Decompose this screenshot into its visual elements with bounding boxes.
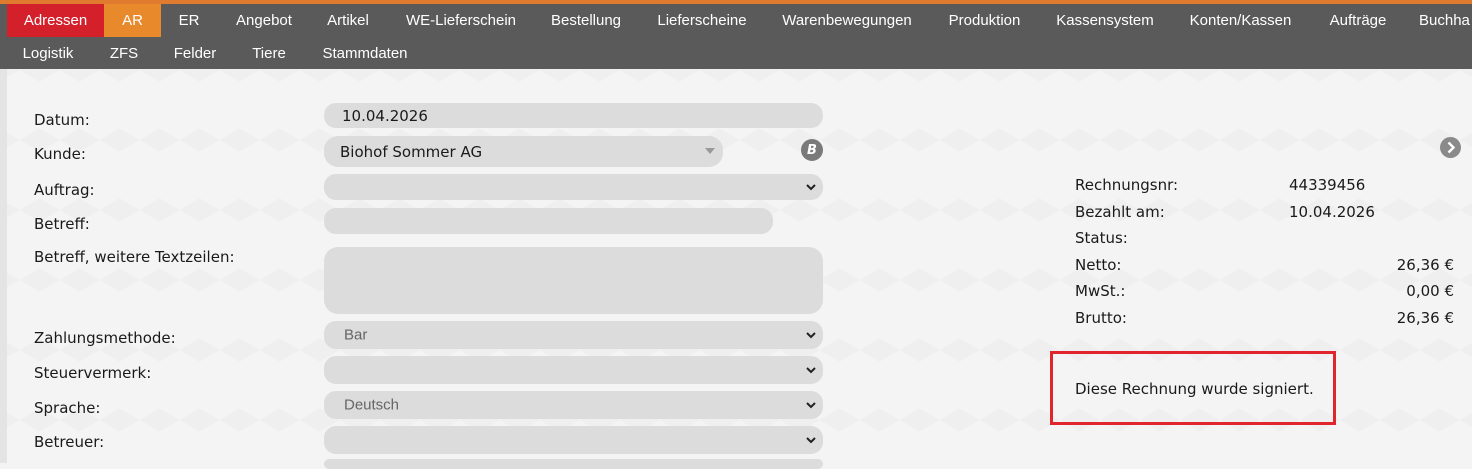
datum-label: Datum: <box>34 111 90 129</box>
mwst-label: MwSt.: <box>1075 282 1126 300</box>
betreuer-label: Betreuer: <box>34 433 105 451</box>
datum-input[interactable]: 10.04.2026 <box>324 103 823 128</box>
next-arrow-icon[interactable] <box>1440 137 1461 158</box>
brutto-label: Brutto: <box>1075 309 1127 327</box>
auftrag-select[interactable] <box>324 174 823 200</box>
auftrag-label: Auftrag: <box>34 181 95 199</box>
b-badge-letter: B <box>807 142 817 158</box>
nav-item-bestellung[interactable]: Bestellung <box>540 4 632 37</box>
bezahlt-am-label: Bezahlt am: <box>1075 203 1165 221</box>
betreff-label: Betreff: <box>34 215 90 233</box>
nav-item-er[interactable]: ER <box>165 4 213 37</box>
kunde-label: Kunde: <box>34 145 86 163</box>
b-badge-icon[interactable]: B <box>801 139 823 161</box>
nav-item-felder[interactable]: Felder <box>162 37 228 69</box>
left-edge-strip <box>0 69 7 463</box>
sprache-select[interactable]: Deutsch <box>324 391 823 419</box>
caret-down-icon <box>705 148 715 154</box>
rechnungsnr-label: Rechnungsnr: <box>1075 176 1179 194</box>
bezahlt-am-value: 10.04.2026 <box>1289 203 1375 221</box>
chevron-down-icon <box>806 367 816 374</box>
main-nav-row-2: Logistik ZFS Felder Tiere Stammdaten <box>0 37 1472 69</box>
nav-item-produktion[interactable]: Produktion <box>937 4 1032 37</box>
zahlungsmethode-select[interactable]: Bar <box>324 321 823 349</box>
datum-value: 10.04.2026 <box>342 106 428 125</box>
nav-item-ar[interactable]: AR <box>104 4 161 37</box>
nav-item-lieferscheine[interactable]: Lieferscheine <box>645 4 759 37</box>
betreff-weitere-textarea[interactable] <box>324 247 823 314</box>
steuervermerk-label: Steuervermerk: <box>34 364 152 382</box>
next-field-partial[interactable] <box>324 459 823 469</box>
chevron-down-icon <box>806 402 816 409</box>
nav-item-kassensystem[interactable]: Kassensystem <box>1044 4 1166 37</box>
kunde-select[interactable]: Biohof Sommer AG <box>324 136 723 167</box>
nav-item-auftraege[interactable]: Aufträge <box>1315 4 1401 37</box>
betreuer-select[interactable] <box>324 426 823 454</box>
chevron-down-icon <box>806 332 816 339</box>
nav-item-artikel[interactable]: Artikel <box>315 4 381 37</box>
nav-item-angebot[interactable]: Angebot <box>222 4 306 37</box>
nav-item-warenbewegungen[interactable]: Warenbewegungen <box>770 4 924 37</box>
brutto-value: 26,36 € <box>1396 309 1454 327</box>
netto-label: Netto: <box>1075 256 1122 274</box>
nav-item-buchhaltung[interactable]: Buchha <box>1415 4 1472 37</box>
mwst-value: 0,00 € <box>1406 282 1454 300</box>
nav-item-zfs[interactable]: ZFS <box>98 37 150 69</box>
zahlungsmethode-label: Zahlungsmethode: <box>34 329 176 347</box>
kunde-value: Biohof Sommer AG <box>340 142 483 161</box>
nav-item-konten-kassen[interactable]: Konten/Kassen <box>1178 4 1303 37</box>
zahlungsmethode-value: Bar <box>344 326 368 344</box>
signed-notice-text: Diese Rechnung wurde signiert. <box>1075 380 1314 398</box>
nav-item-adressen[interactable]: Adressen <box>7 4 104 37</box>
chevron-right-icon <box>1447 141 1456 154</box>
betreff-input[interactable] <box>324 208 773 234</box>
nav-item-tiere[interactable]: Tiere <box>240 37 298 69</box>
status-label: Status: <box>1075 229 1128 247</box>
signed-notice-box: Diese Rechnung wurde signiert. <box>1050 351 1336 425</box>
main-nav-row-1: Adressen AR ER Angebot Artikel WE-Liefer… <box>0 4 1472 37</box>
nav-item-we-lieferschein[interactable]: WE-Lieferschein <box>394 4 528 37</box>
chevron-down-icon <box>806 184 816 191</box>
rechnungsnr-value: 44339456 <box>1289 176 1366 194</box>
sprache-value: Deutsch <box>344 396 400 414</box>
nav-item-logistik[interactable]: Logistik <box>10 37 86 69</box>
sprache-label: Sprache: <box>34 399 101 417</box>
chevron-down-icon <box>806 437 816 444</box>
steuervermerk-select[interactable] <box>324 356 823 384</box>
nav-item-stammdaten[interactable]: Stammdaten <box>310 37 420 69</box>
betreff-weitere-label: Betreff, weitere Textzeilen: <box>34 248 235 266</box>
netto-value: 26,36 € <box>1396 256 1454 274</box>
